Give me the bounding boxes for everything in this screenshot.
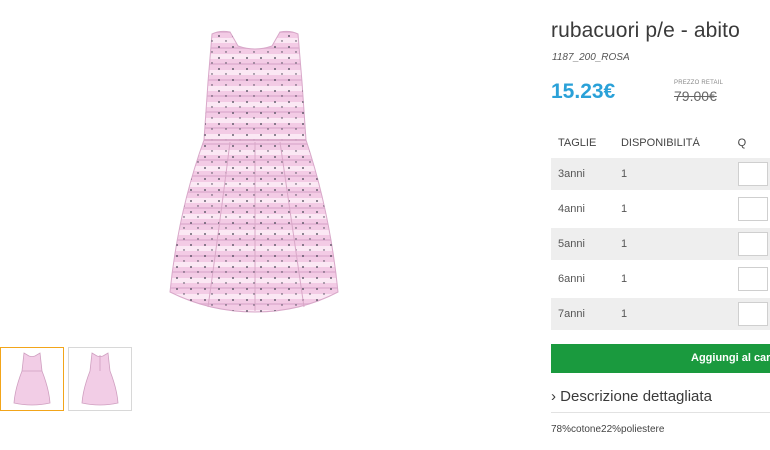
add-to-cart-label: Aggiungi al carr (691, 352, 770, 364)
quantity-input[interactable] (737, 197, 768, 221)
size-cell: 4anni (558, 203, 585, 215)
quantity-input[interactable] (737, 162, 768, 186)
description-text: 78%cotone22%poliestere (551, 424, 665, 435)
dress-thumb-back-icon (81, 352, 119, 406)
thumbnail-strip (0, 347, 132, 411)
add-to-cart-button[interactable]: Aggiungi al carr (551, 344, 770, 373)
table-row: 5anni 1 (551, 228, 770, 260)
size-cell: 7anni (558, 308, 585, 320)
dress-illustration (169, 30, 339, 313)
product-title: rubacuori p/e - abito (551, 19, 740, 42)
availability-cell: 1 (620, 203, 628, 215)
product-price: 15.23€ (551, 80, 616, 103)
header-availability: DISPONIBILITÀ (620, 137, 700, 149)
quantity-input[interactable] (737, 267, 768, 291)
sizes-table: TAGLIE DISPONIBILITÀ Q 3anni 1 4anni 1 5… (551, 137, 770, 330)
quantity-input[interactable] (737, 302, 768, 326)
retail-price-label: PREZZO RETAIL (674, 80, 724, 86)
header-size: TAGLIE (558, 137, 597, 149)
availability-cell: 1 (620, 168, 628, 180)
availability-cell: 1 (620, 273, 628, 285)
availability-cell: 1 (620, 308, 628, 320)
table-row: 6anni 1 (551, 263, 770, 295)
sizes-table-header: TAGLIE DISPONIBILITÀ Q (551, 137, 770, 155)
size-cell: 3anni (558, 168, 585, 180)
table-row: 3anni 1 (551, 158, 770, 190)
table-row: 4anni 1 (551, 193, 770, 225)
product-main-image (160, 22, 350, 322)
quantity-input[interactable] (737, 232, 768, 256)
description-toggle[interactable]: › Descrizione dettagliata (551, 388, 770, 413)
dress-thumb-icon (13, 352, 51, 406)
availability-cell: 1 (620, 238, 628, 250)
size-cell: 6anni (558, 273, 585, 285)
product-sku: 1187_200_ROSA (552, 52, 630, 63)
retail-price: 79.00€ (674, 88, 717, 104)
thumbnail-1[interactable] (0, 347, 64, 411)
thumbnail-2[interactable] (68, 347, 132, 411)
table-row: 7anni 1 (551, 298, 770, 330)
size-cell: 5anni (558, 238, 585, 250)
header-quantity: Q (737, 137, 747, 149)
